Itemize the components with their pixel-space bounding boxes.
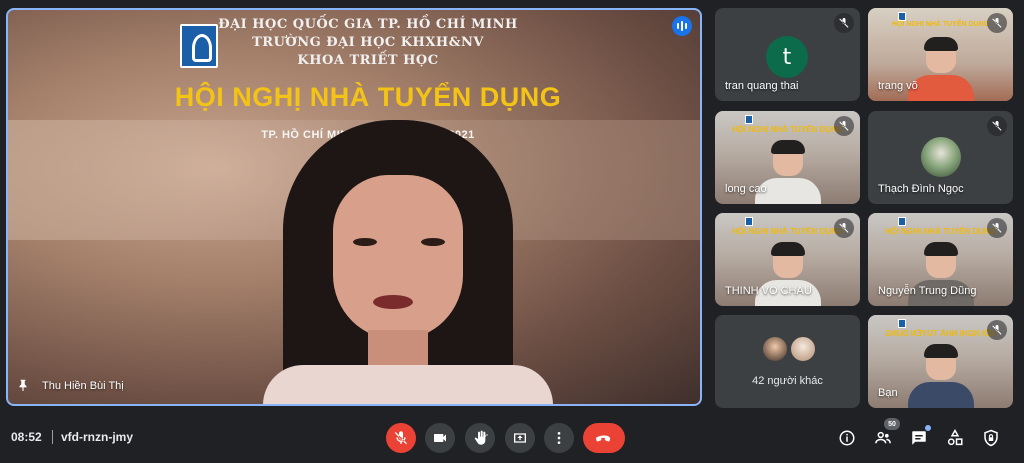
more-options-button[interactable] [544, 423, 574, 453]
camera-toggle-button[interactable] [425, 423, 455, 453]
hand-icon [474, 430, 488, 445]
people-icon [875, 431, 891, 444]
main-participant-name: Thu Hiền Bùi Thị [42, 380, 124, 392]
mic-off-icon [394, 431, 407, 445]
divider [52, 430, 53, 444]
leave-call-button[interactable] [583, 423, 625, 453]
info-icon [839, 430, 855, 446]
participant-name: Nguyễn Trung Dũng [878, 285, 977, 297]
banner-headline: HỘI NGHỊ NHÀ TUYỂN DỤNG [174, 82, 562, 112]
meeting-controls-bar: 08:52 vfd-rnzn-jmy 50 [0, 413, 1024, 463]
mic-off-icon [987, 13, 1007, 33]
participant-tile[interactable]: HỘI NGHỊ NHÀ TUYỂN DỤNG long cao [715, 111, 860, 204]
mic-off-icon [987, 116, 1007, 136]
self-video [906, 344, 976, 408]
others-avatars [761, 335, 821, 365]
participant-name: tran quang thai [725, 80, 799, 92]
present-screen-button[interactable] [505, 423, 535, 453]
participant-count-badge: 50 [884, 418, 900, 430]
host-controls-button[interactable] [980, 427, 1002, 449]
chat-notification-dot [925, 425, 931, 431]
mic-toggle-button[interactable] [386, 423, 416, 453]
mic-off-icon [834, 218, 854, 238]
avatar: t [766, 36, 808, 78]
participant-tile[interactable]: HỘI NGHỊ NHÀ TUYỂN DỤNG trang võ [868, 8, 1013, 101]
participant-name: Bạn [878, 387, 898, 399]
shield-lock-icon [984, 429, 998, 447]
mic-off-icon [834, 116, 854, 136]
shapes-icon [947, 429, 963, 446]
meet-window: ĐẠI HỌC QUỐC GIA TP. HỒ CHÍ MINH TRƯỜNG … [0, 0, 1024, 463]
university-logo [180, 24, 218, 68]
activities-button[interactable] [944, 427, 966, 449]
mic-off-icon [834, 13, 854, 33]
participant-name: THINH VO CHAU [725, 285, 812, 297]
others-tile[interactable]: 42 người khác [715, 315, 860, 408]
mic-off-icon [987, 320, 1007, 340]
meeting-code: vfd-rnzn-jmy [61, 430, 133, 444]
speaker-video [243, 120, 573, 404]
participant-name: long cao [725, 183, 767, 195]
participant-name: trang võ [878, 80, 918, 92]
video-camera-icon [434, 434, 446, 442]
present-screen-icon [514, 433, 526, 443]
speaking-indicator-icon [672, 16, 692, 36]
banner-line-3: KHOA TRIẾT HỌC [297, 53, 439, 68]
banner-line-2: TRƯỜNG ĐẠI HỌC KHXH&NV [252, 35, 484, 50]
mic-off-icon [987, 218, 1007, 238]
meeting-details-button[interactable] [836, 427, 858, 449]
main-speaker-tile[interactable]: ĐẠI HỌC QUỐC GIA TP. HỒ CHÍ MINH TRƯỜNG … [6, 8, 702, 406]
raise-hand-button[interactable] [465, 423, 495, 453]
chat-icon [912, 431, 926, 445]
pin-icon[interactable] [16, 378, 30, 392]
participant-tile[interactable]: HỘI NGHỊ NHÀ TUYỂN DỤNG Nguyễn Trung Dũn… [868, 213, 1013, 306]
people-button[interactable] [872, 427, 894, 449]
hang-up-icon [596, 435, 611, 442]
participant-tile[interactable]: t tran quang thai [715, 8, 860, 101]
participant-name: Thạch Đình Ngọc [878, 183, 964, 195]
banner-line-1: ĐẠI HỌC QUỐC GIA TP. HỒ CHÍ MINH [218, 17, 518, 32]
clock: 08:52 [11, 430, 42, 444]
more-vert-icon [557, 432, 561, 444]
others-count-label: 42 người khác [752, 375, 823, 387]
avatar [921, 137, 961, 177]
participant-tile[interactable]: HỘI NGHỊ NHÀ TUYỂN DỤNG THINH VO CHAU [715, 213, 860, 306]
participant-tile[interactable]: Thạch Đình Ngọc [868, 111, 1013, 204]
self-tile[interactable]: HỘI NGHỊ NHÀ TUYỂN DỤNG Bạn [868, 315, 1013, 408]
